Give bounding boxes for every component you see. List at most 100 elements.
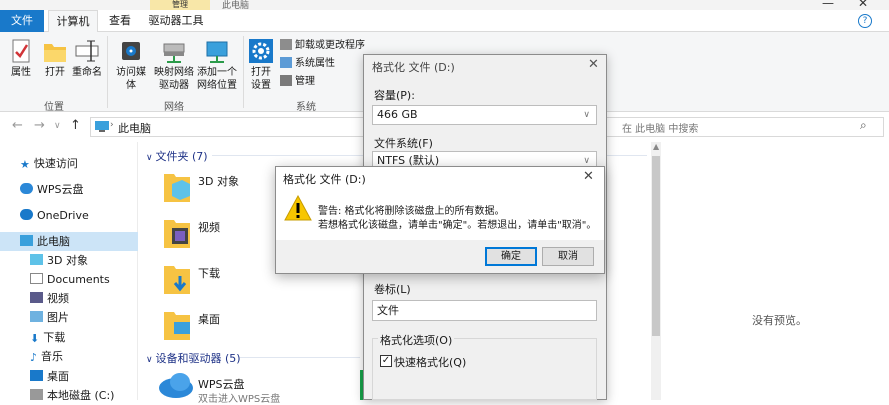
tab-drive-tools[interactable]: 驱动器工具 [142, 10, 210, 32]
tab-view[interactable]: 查看 [100, 10, 140, 32]
sidebar-item-downloads[interactable]: ⬇ 下载 [30, 328, 65, 347]
ok-button[interactable]: 确定 [485, 247, 537, 266]
open-settings-button[interactable]: 打开 设置 [246, 38, 276, 92]
recent-dropdown-icon[interactable]: ∨ [54, 121, 61, 131]
folder-desktop-icon[interactable] [162, 308, 192, 342]
capacity-value: 466 GB [377, 108, 418, 121]
manage-button[interactable]: 管理 [280, 74, 315, 90]
quick-format-checkbox[interactable]: ✓ [380, 355, 392, 367]
sidebar-item-label: WPS云盘 [37, 183, 84, 196]
network-location-icon [206, 41, 228, 63]
capacity-label: 容量(P): [374, 89, 415, 102]
download-arrow-icon: ⬇ [30, 332, 40, 345]
sidebar-item-wps-cloud[interactable]: WPS云盘 [20, 180, 84, 199]
add-network-label-1: 添加一个 [197, 67, 237, 78]
uninstall-label: 卸载或更改程序 [295, 40, 365, 51]
manage-context-tab[interactable]: 管理 [150, 0, 210, 10]
map-network-drive-button[interactable]: 映射网络 驱动器 [154, 38, 194, 92]
sidebar-item-label: 本地磁盘 (C:) [47, 389, 115, 402]
address-text: 此电脑 [118, 122, 151, 135]
music-note-icon: ♪ [30, 351, 38, 364]
folder-downloads-icon[interactable] [162, 262, 192, 296]
warning-message-line-2: 若想格式化该磁盘，请单击"确定"。若想退出，请单击"取消"。 [318, 220, 597, 231]
up-arrow-icon[interactable]: ↑ [70, 118, 81, 133]
rename-icon [75, 40, 99, 62]
group-location-label: 位置 [44, 102, 64, 113]
folder-label: 3D 对象 [198, 175, 239, 188]
minimize-button[interactable]: — [822, 0, 834, 10]
sidebar-item-documents[interactable]: Documents [30, 270, 110, 289]
folder-videos-icon[interactable] [162, 216, 192, 250]
system-properties-icon [280, 57, 292, 68]
sidebar-item-label: 音乐 [41, 350, 64, 363]
folders-section-header[interactable]: ∨ 文件夹 (7) [146, 148, 208, 164]
uninstall-icon [280, 39, 292, 50]
breadcrumb-chevron-icon: › [110, 120, 114, 130]
manage-icon [280, 75, 292, 86]
folder-label: 视频 [198, 221, 220, 234]
system-properties-label: 系统属性 [295, 58, 335, 69]
properties-button[interactable]: 属性 [6, 38, 36, 79]
add-network-label-2: 网络位置 [197, 80, 237, 91]
group-system-label: 系统 [296, 102, 316, 113]
wps-cloud-icon[interactable] [158, 372, 194, 398]
sidebar-item-label: 图片 [47, 311, 69, 324]
group-network-label: 网络 [164, 102, 184, 113]
cube-icon [30, 254, 43, 265]
sidebar-item-label: 3D 对象 [47, 254, 88, 267]
sidebar-item-label: 桌面 [47, 370, 69, 383]
capacity-select[interactable]: 466 GB ∨ [372, 105, 597, 125]
network-drive-icon [163, 43, 185, 63]
uninstall-button[interactable]: 卸载或更改程序 [280, 38, 365, 54]
system-properties-button[interactable]: 系统属性 [280, 56, 335, 72]
format-dialog-title: 格式化 文件 (D:) [372, 61, 455, 74]
scroll-up-icon[interactable]: ▲ [653, 142, 659, 151]
warning-dialog-close-button[interactable]: ✕ [583, 169, 594, 184]
sidebar-item-local-disk-c[interactable]: 本地磁盘 (C:) [30, 386, 114, 405]
rename-label: 重命名 [72, 67, 102, 78]
sidebar-item-quick-access[interactable]: ★ 快速访问 [20, 154, 78, 173]
sidebar-item-music[interactable]: ♪ 音乐 [30, 347, 63, 366]
scrollbar-thumb[interactable] [652, 156, 660, 336]
folder-3d-objects-icon[interactable] [162, 170, 192, 204]
add-network-location-button[interactable]: 添加一个 网络位置 [196, 38, 238, 92]
tab-computer[interactable]: 计算机 [48, 10, 98, 32]
document-icon [30, 273, 43, 284]
sidebar-item-3d-objects[interactable]: 3D 对象 [30, 251, 88, 270]
open-settings-label-1: 打开 [251, 67, 271, 78]
rename-button[interactable]: 重命名 [70, 38, 104, 79]
sidebar-item-desktop[interactable]: 桌面 [30, 367, 69, 386]
sidebar-item-this-pc[interactable]: 此电脑 [20, 232, 70, 251]
cancel-button[interactable]: 取消 [542, 247, 594, 266]
sidebar-item-videos[interactable]: 视频 [30, 289, 69, 308]
back-arrow-icon[interactable]: ← [12, 118, 23, 133]
properties-label: 属性 [11, 67, 31, 78]
format-options-label: 格式化选项(O) [378, 332, 455, 348]
title-bar [0, 0, 889, 10]
sidebar-item-pictures[interactable]: 图片 [30, 308, 69, 327]
search-icon[interactable]: ⌕ [860, 118, 867, 133]
forward-arrow-icon[interactable]: → [34, 118, 45, 133]
help-icon[interactable]: ? [858, 14, 872, 28]
this-pc-icon [95, 121, 109, 132]
open-label: 打开 [45, 67, 65, 78]
volume-label-input[interactable]: 文件 [372, 300, 597, 321]
computer-icon [20, 235, 33, 246]
access-media-button[interactable]: 访问媒体 [112, 38, 150, 92]
desktop-icon [30, 370, 43, 381]
format-dialog-close-button[interactable]: ✕ [588, 57, 599, 72]
sidebar-item-label: 快速访问 [33, 157, 78, 170]
sidebar-item-label: Documents [47, 273, 110, 286]
preview-pane-message: 没有预览。 [752, 314, 807, 327]
devices-section-header[interactable]: ∨ 设备和驱动器 (5) [146, 350, 241, 366]
open-button[interactable]: 打开 [40, 38, 70, 79]
tab-file[interactable]: 文件 [0, 10, 44, 32]
file-system-label: 文件系统(F) [374, 137, 433, 150]
sidebar-item-onedrive[interactable]: OneDrive [20, 206, 89, 225]
close-window-button[interactable]: ✕ [858, 0, 868, 10]
sidebar-item-label: 下载 [43, 331, 66, 344]
warning-icon [284, 195, 312, 221]
onedrive-cloud-icon [20, 209, 33, 220]
folders-header-label: 文件夹 (7) [155, 150, 208, 163]
film-icon [30, 292, 43, 303]
